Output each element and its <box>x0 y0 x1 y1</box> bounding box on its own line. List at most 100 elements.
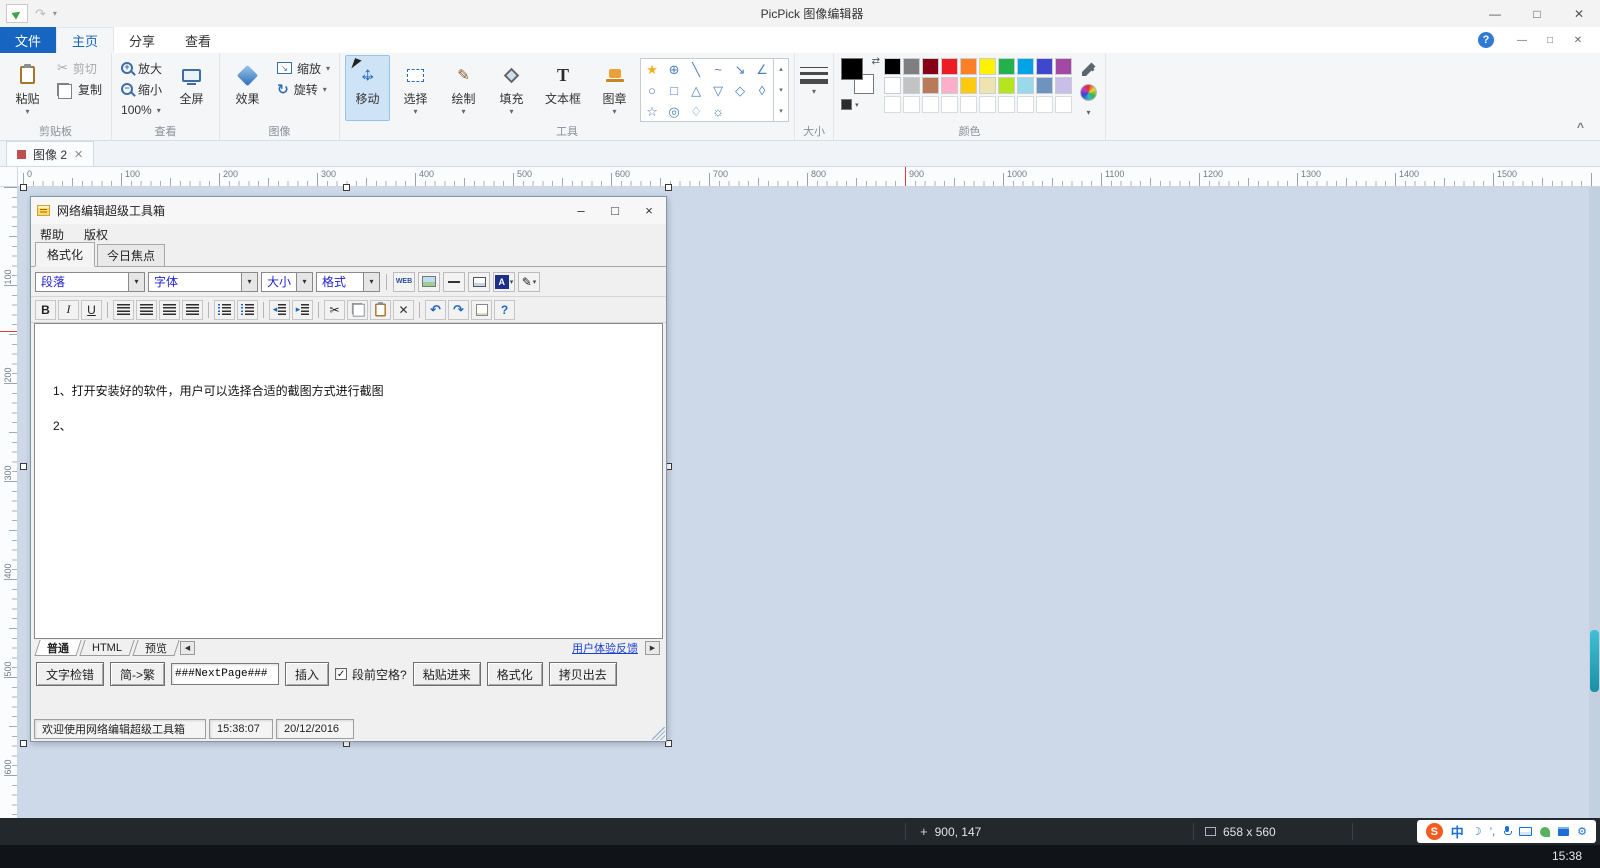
bullet-list-button[interactable] <box>237 300 258 320</box>
ruler-vertical[interactable]: 100200300400500600 <box>0 187 18 818</box>
copy-out-button[interactable]: 拷贝出去 <box>549 662 617 686</box>
italic-button[interactable]: I <box>58 300 79 320</box>
selection-handle-sw[interactable] <box>20 740 27 747</box>
secondary-color-dropdown-icon[interactable]: ▾ <box>855 101 859 109</box>
diamond-shape[interactable]: ◇ <box>735 84 745 97</box>
color-swatch[interactable] <box>1036 77 1053 94</box>
align-justify-button[interactable] <box>182 300 203 320</box>
color-swatch[interactable] <box>960 58 977 75</box>
captured-minimize-button[interactable]: – <box>564 198 598 224</box>
font-combobox[interactable]: 字体 ▾ <box>148 272 258 292</box>
tab-today-focus[interactable]: 今日焦点 <box>97 244 165 266</box>
align-left-button[interactable] <box>113 300 134 320</box>
align-right-button[interactable] <box>159 300 180 320</box>
diamond-outline-shape[interactable]: ♢ <box>690 105 702 118</box>
color-swatch[interactable] <box>884 58 901 75</box>
ime-mode-chinese[interactable]: 中 <box>1451 822 1464 841</box>
ime-keyboard-icon[interactable] <box>1519 827 1532 836</box>
ruler-horizontal[interactable]: 0100200300400500600700800900100011001200… <box>18 167 1600 187</box>
view-tab-preview[interactable]: 预览 <box>132 640 179 656</box>
zoom-out-button[interactable]: − 缩小 <box>117 79 166 99</box>
color-swatch[interactable] <box>941 58 958 75</box>
color-swatch[interactable] <box>998 58 1015 75</box>
tab-format[interactable]: 格式化 <box>35 242 95 267</box>
insert-image-button[interactable] <box>418 272 440 292</box>
angle-shape[interactable]: ∠ <box>756 63 768 76</box>
simplified-to-traditional-button[interactable]: 简->繁 <box>110 662 165 686</box>
document-tab-image2[interactable]: 图像 2 ✕ <box>6 141 94 166</box>
inverted-triangle-shape[interactable]: ▽ <box>713 84 723 97</box>
foreground-color-swatch[interactable] <box>841 58 863 80</box>
draw-tool-button[interactable]: ✎ 绘制 ▾ <box>441 55 486 121</box>
lozenge-sh ape[interactable]: ◊ <box>759 84 765 97</box>
cut-button[interactable]: ✂ <box>324 300 345 320</box>
font-dropdown-icon[interactable]: ▾ <box>241 273 257 291</box>
effects-button[interactable]: 效果 <box>225 55 270 121</box>
color-swatch[interactable] <box>1055 58 1072 75</box>
color-swatch[interactable] <box>1017 58 1034 75</box>
tab-file[interactable]: 文件 <box>0 27 56 53</box>
help-button[interactable]: ? <box>494 300 515 320</box>
line-width-icon[interactable] <box>800 55 828 84</box>
document-tab-close-icon[interactable]: ✕ <box>74 148 83 161</box>
ime-punctuation-icon[interactable]: ’, <box>1490 826 1496 838</box>
app-logo-icon[interactable] <box>6 4 28 23</box>
color-swatch[interactable] <box>903 96 920 113</box>
ime-skin-icon[interactable] <box>1540 827 1550 837</box>
format-combobox[interactable]: 格式 ▾ <box>316 272 380 292</box>
color-swatch[interactable] <box>998 96 1015 113</box>
canvas-scrollbar-thumb[interactable] <box>1590 630 1599 692</box>
pen-button[interactable]: ✎ ▾ <box>518 272 540 292</box>
outdent-button[interactable]: ◂ <box>269 300 290 320</box>
delete-button[interactable]: ✕ <box>393 300 414 320</box>
ime-mic-icon[interactable] <box>1503 826 1511 837</box>
view-tab-nav-right[interactable]: ▶ <box>645 641 660 655</box>
fullscreen-button[interactable]: 全屏 <box>169 55 214 121</box>
color-swatch[interactable] <box>903 77 920 94</box>
copy-button[interactable] <box>347 300 368 320</box>
size-dropdown-icon[interactable]: ▾ <box>812 87 816 96</box>
copy-button[interactable]: 复制 <box>53 79 106 99</box>
canvas-scrollbar[interactable] <box>1589 187 1600 818</box>
color-swatch[interactable] <box>979 58 996 75</box>
ime-toolbox-icon[interactable] <box>1558 827 1569 836</box>
tab-share[interactable]: 分享 <box>114 27 170 53</box>
nextpage-input[interactable] <box>171 663 279 685</box>
ellipse-shape[interactable]: ○ <box>648 84 656 97</box>
color-swatch[interactable] <box>1036 96 1053 113</box>
indent-button[interactable]: ▸ <box>292 300 313 320</box>
paragraph-dropdown-icon[interactable]: ▾ <box>128 273 144 291</box>
paragraph-combobox[interactable]: 段落 ▾ <box>35 272 145 292</box>
star-shape[interactable]: ★ <box>646 63 658 76</box>
notes-button[interactable] <box>471 300 492 320</box>
circle-plus-shape[interactable]: ⊕ <box>669 63 680 76</box>
color-swatch[interactable] <box>960 77 977 94</box>
paste-in-button[interactable]: 粘贴进来 <box>413 662 481 686</box>
ime-settings-icon[interactable]: ⚙ <box>1577 825 1587 838</box>
color-swatch[interactable] <box>960 96 977 113</box>
selection-handle-w[interactable] <box>20 463 27 470</box>
selection-handle-ne[interactable] <box>665 184 672 191</box>
view-tab-nav-left[interactable]: ◀ <box>180 641 195 655</box>
color-swatch[interactable] <box>922 96 939 113</box>
child-close-button[interactable]: ✕ <box>1566 30 1590 50</box>
color-swatch[interactable] <box>1036 58 1053 75</box>
redo-icon[interactable]: ↷ <box>35 6 46 22</box>
color-swatch[interactable] <box>998 77 1015 94</box>
redo-button[interactable]: ↷ <box>448 300 469 320</box>
color-swatch[interactable] <box>941 77 958 94</box>
zoom-in-button[interactable]: + 放大 <box>117 58 166 78</box>
selection-handle-n[interactable] <box>343 184 350 191</box>
ime-moon-icon[interactable]: ☽ <box>1472 825 1482 838</box>
swap-colors-icon[interactable]: ⇄ <box>872 56 880 67</box>
underline-button[interactable]: U <box>81 300 102 320</box>
bold-button[interactable]: B <box>35 300 56 320</box>
font-color-button[interactable]: A ▾ <box>493 272 515 292</box>
tab-view[interactable]: 查看 <box>170 27 226 53</box>
captured-close-button[interactable]: × <box>632 198 666 224</box>
bullseye-shape[interactable]: ◎ <box>668 105 679 118</box>
horizontal-rule-button[interactable] <box>443 272 465 292</box>
move-tool-button[interactable]: ↔↕ 移动 <box>345 55 390 121</box>
triangle-shape[interactable]: △ <box>691 84 701 97</box>
captured-maximize-button[interactable]: □ <box>598 198 632 224</box>
